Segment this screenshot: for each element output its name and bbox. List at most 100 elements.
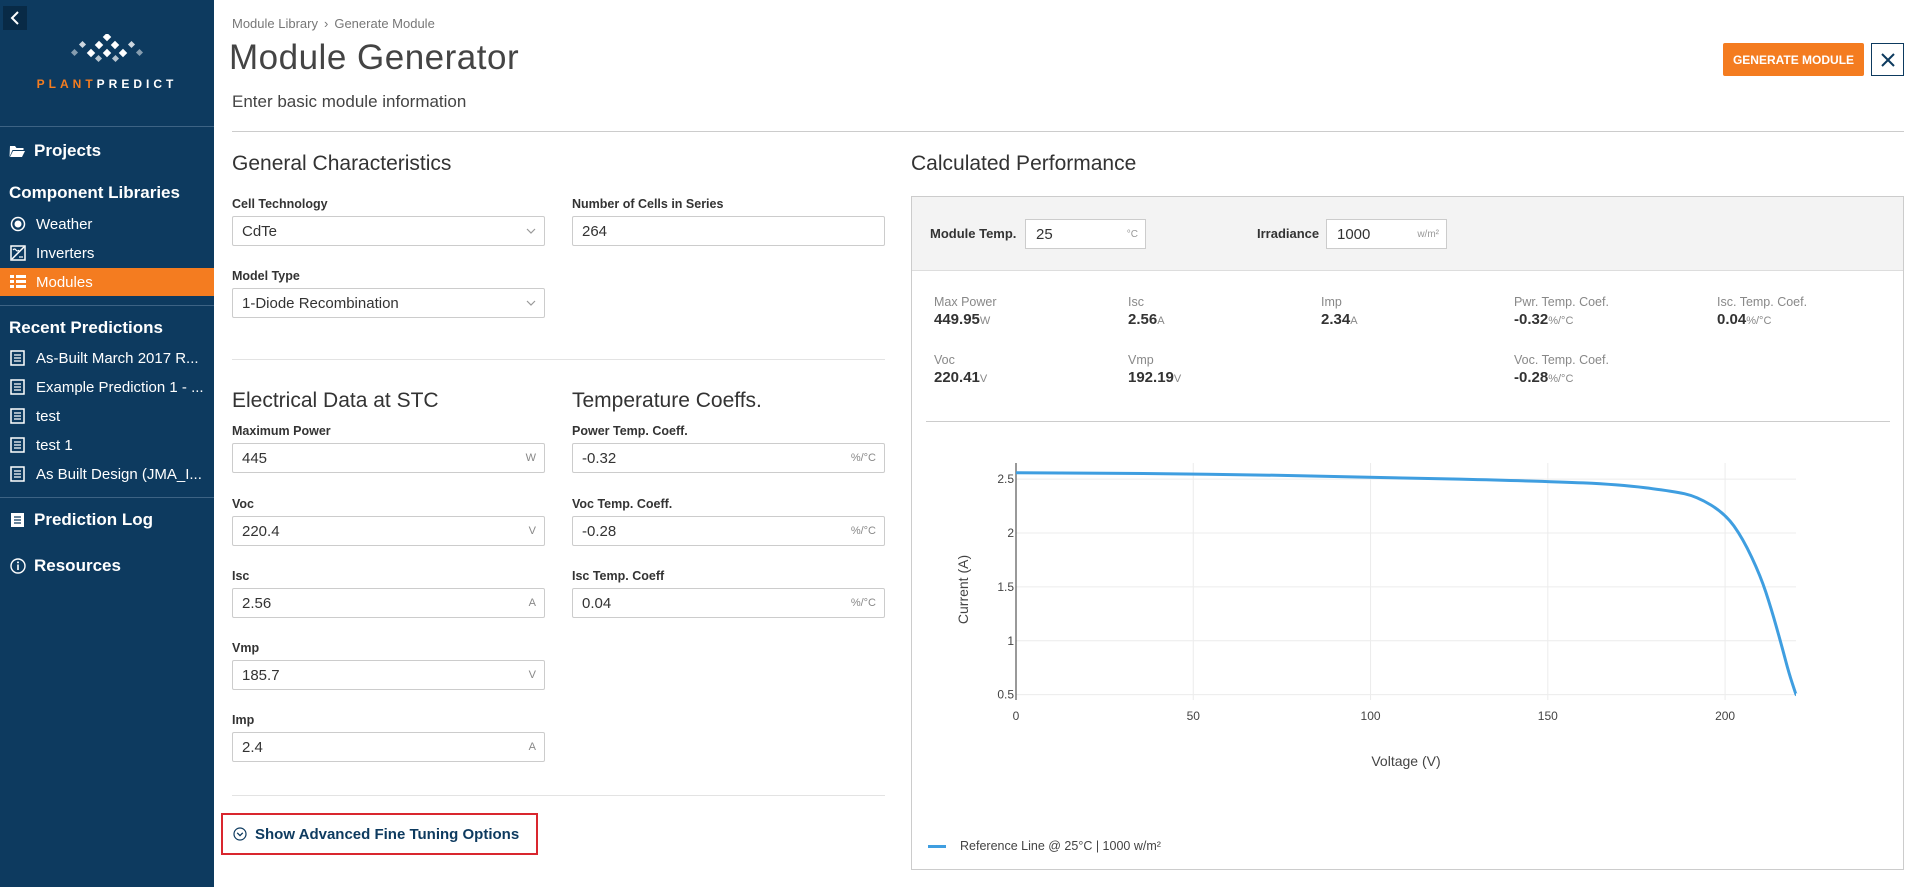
metric-value: 192.19 (1128, 369, 1174, 386)
power-temp-coeff-input[interactable]: -0.32 %/°C (572, 443, 885, 473)
chevron-circle-down-icon (233, 827, 247, 841)
x-tick-label: 0 (1013, 709, 1020, 723)
sidebar-item-resources[interactable]: Resources (9, 556, 121, 576)
irradiance-unit: w/m² (1417, 228, 1439, 240)
y-tick-label: 2.5 (997, 472, 1014, 486)
max-power-input[interactable]: 445 W (232, 443, 545, 473)
metric-isc-temp-coef: Isc. Temp. Coef. 0.04%/°C (1717, 295, 1807, 328)
chevron-down-icon (526, 297, 536, 309)
show-advanced-options-toggle[interactable]: Show Advanced Fine Tuning Options (221, 813, 538, 855)
sidebar-item-prediction[interactable]: As-Built March 2017 R... (0, 344, 214, 372)
sidebar: PLANTPREDICT Projects Component Librarie… (0, 0, 214, 887)
num-cells-input[interactable]: 264 (572, 216, 885, 246)
calculated-performance-title: Calculated Performance (911, 152, 1137, 175)
metric-vmp: Vmp 192.19V (1128, 353, 1181, 386)
voc-input[interactable]: 220.4 V (232, 516, 545, 546)
sidebar-item-modules[interactable]: Modules (0, 268, 214, 296)
voc-temp-coeff-unit: %/°C (850, 525, 876, 537)
imp-input[interactable]: 2.4 A (232, 732, 545, 762)
x-tick-label: 200 (1715, 709, 1735, 723)
y-axis-label: Current (A) (955, 555, 971, 624)
cell-technology-value: CdTe (242, 222, 278, 240)
metric-voc: Voc 220.41V (934, 353, 987, 386)
info-icon (9, 558, 26, 575)
voc-temp-coeff-label: Voc Temp. Coeff. (572, 497, 673, 511)
vmp-label: Vmp (232, 641, 260, 655)
sidebar-item-label: As-Built March 2017 R... (36, 349, 199, 367)
document-icon (9, 466, 26, 483)
chart-legend[interactable]: Reference Line @ 25°C | 1000 w/m² (928, 839, 1161, 853)
sidebar-item-label: Modules (36, 273, 93, 291)
generate-module-button[interactable]: GENERATE MODULE (1723, 43, 1864, 76)
sidebar-item-label: test (36, 407, 61, 425)
advanced-options-label: Show Advanced Fine Tuning Options (255, 825, 520, 843)
max-power-label: Maximum Power (232, 424, 331, 438)
section-divider (232, 359, 885, 360)
sidebar-divider (0, 305, 214, 306)
general-characteristics-title: General Characteristics (232, 152, 452, 175)
modules-icon (9, 274, 26, 291)
isc-input[interactable]: 2.56 A (232, 588, 545, 618)
logo-mark-icon (70, 32, 144, 63)
sidebar-item-inverters[interactable]: Inverters (0, 239, 214, 267)
model-type-label: Model Type (232, 269, 300, 283)
metric-pwr-temp-coef: Pwr. Temp. Coef. -0.32%/°C (1514, 295, 1609, 328)
y-tick-label: 2 (1007, 526, 1014, 540)
sidebar-item-projects[interactable]: Projects (9, 141, 101, 161)
sidebar-item-label: Projects (34, 141, 102, 160)
model-type-value: 1-Diode Recombination (242, 294, 399, 312)
metric-label: Isc (1128, 295, 1144, 309)
breadcrumb-module-library[interactable]: Module Library (232, 16, 318, 31)
metric-value: -0.32 (1514, 311, 1549, 328)
vmp-input[interactable]: 185.7 V (232, 660, 545, 690)
metric-label: Voc. Temp. Coef. (1514, 353, 1609, 367)
page-subtitle: Enter basic module information (232, 92, 467, 111)
vmp-unit: V (528, 669, 536, 681)
plantpredict-logo[interactable]: PLANTPREDICT (0, 32, 214, 91)
sidebar-item-prediction[interactable]: As Built Design (JMA_I... (0, 460, 214, 488)
performance-conditions-bar: Module Temp. 25 °C Irradiance 1000 w/m² (912, 197, 1903, 271)
metric-value: 2.34 (1321, 311, 1351, 328)
metric-value: -0.28 (1514, 369, 1549, 386)
module-temp-label: Module Temp. (930, 226, 1017, 241)
vmp-value: 185.7 (242, 666, 280, 684)
breadcrumb: Module Library › Generate Module (232, 16, 435, 31)
sidebar-item-label: Resources (34, 556, 121, 575)
isc-temp-coeff-input[interactable]: 0.04 %/°C (572, 588, 885, 618)
cell-technology-select[interactable]: CdTe (232, 216, 545, 246)
metric-max-power: Max Power 449.95W (934, 295, 997, 328)
power-temp-coeff-value: -0.32 (582, 449, 617, 467)
document-icon (9, 379, 26, 396)
model-type-select[interactable]: 1-Diode Recombination (232, 288, 545, 318)
module-temp-value: 25 (1036, 225, 1053, 243)
electrical-data-title: Electrical Data at STC (232, 389, 439, 412)
sidebar-item-label: Prediction Log (34, 510, 153, 529)
sidebar-item-prediction[interactable]: test 1 (0, 431, 214, 459)
metric-value: 0.04 (1717, 311, 1747, 328)
metric-unit: V (979, 373, 988, 385)
metric-label: Max Power (934, 295, 997, 309)
sidebar-item-prediction[interactable]: test (0, 402, 214, 430)
sidebar-item-label: Inverters (36, 244, 95, 262)
isc-temp-coeff-label: Isc Temp. Coeff (572, 569, 665, 583)
page-title: Module Generator (229, 38, 520, 77)
max-power-unit: W (525, 452, 536, 464)
voc-unit: V (528, 525, 536, 537)
sidebar-item-prediction-log[interactable]: Prediction Log (9, 510, 153, 530)
metric-unit: W (979, 315, 991, 327)
collapse-sidebar-button[interactable] (3, 6, 27, 30)
sidebar-item-weather[interactable]: Weather (0, 210, 214, 238)
metric-label: Vmp (1128, 353, 1154, 367)
chevron-down-icon (526, 225, 536, 237)
sidebar-item-label: test 1 (36, 436, 73, 454)
module-temp-input[interactable]: 25 °C (1025, 219, 1146, 249)
isc-value: 2.56 (242, 594, 272, 612)
module-temp-unit: °C (1126, 228, 1138, 240)
voc-temp-coeff-input[interactable]: -0.28 %/°C (572, 516, 885, 546)
isc-temp-coeff-value: 0.04 (582, 594, 612, 612)
close-button[interactable] (1871, 43, 1904, 76)
sidebar-item-prediction[interactable]: Example Prediction 1 - ... (0, 373, 214, 401)
imp-label: Imp (232, 713, 255, 727)
irradiance-input[interactable]: 1000 w/m² (1326, 219, 1447, 249)
isc-temp-coeff-unit: %/°C (850, 597, 876, 609)
